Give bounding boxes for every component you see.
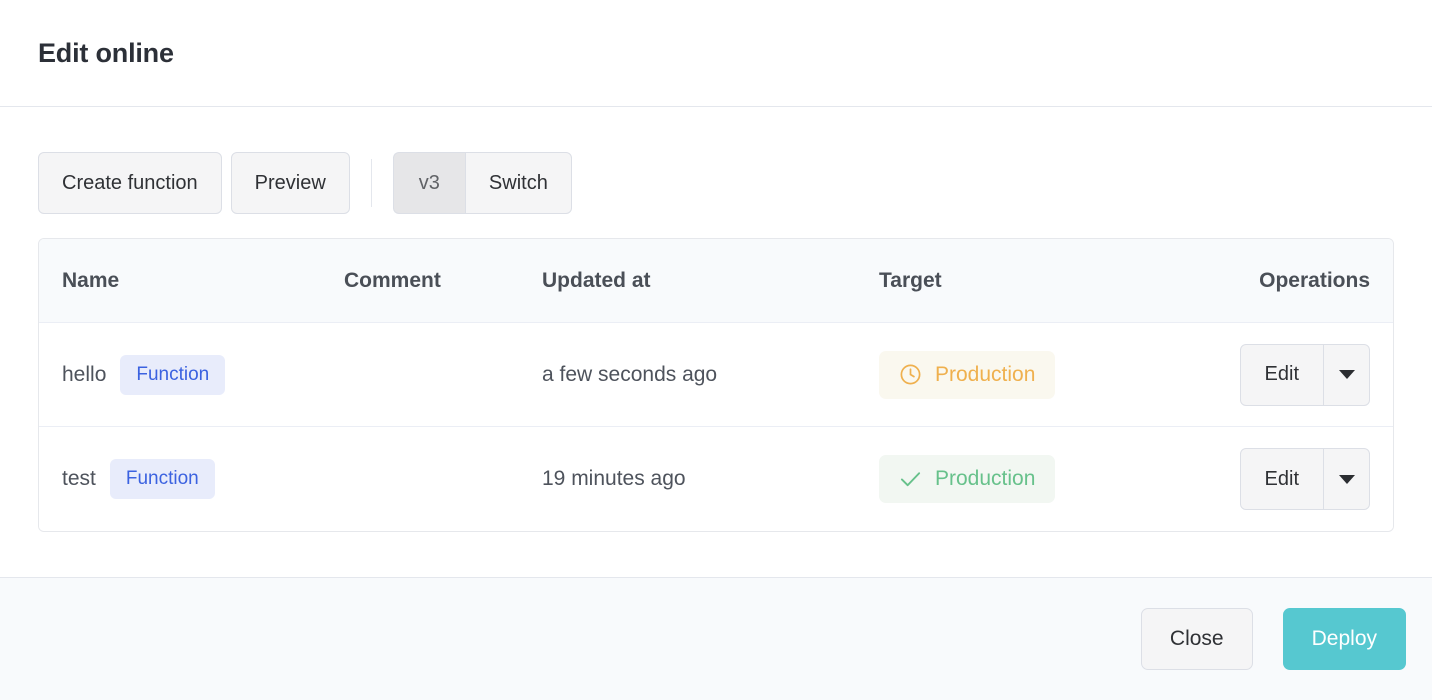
switch-version-button[interactable]: Switch — [464, 152, 572, 214]
column-header-target: Target — [879, 269, 1204, 293]
status-badge: Production — [879, 350, 1056, 399]
cell-updated-at: 19 minutes ago — [542, 467, 879, 491]
column-header-operations-text: Operations — [1259, 268, 1370, 292]
column-header-name: Name — [39, 269, 344, 293]
clock-icon — [899, 363, 922, 386]
edit-split-button: Edit — [1239, 448, 1370, 510]
cell-target: Production — [879, 350, 1204, 399]
column-header-comment-text: Comment — [344, 268, 441, 292]
table-row: test Function 19 minutes ago Production … — [39, 427, 1393, 531]
edit-button[interactable]: Edit — [1239, 448, 1324, 510]
column-header-comment: Comment — [344, 269, 542, 293]
edit-online-dialog: Edit online Create function Preview v3 S… — [0, 0, 1432, 700]
cell-updated-at: a few seconds ago — [542, 363, 879, 387]
cell-operations: Edit — [1204, 343, 1393, 406]
function-type-tag[interactable]: Function — [120, 354, 226, 395]
table-row: hello Function a few seconds ago Product… — [39, 323, 1393, 427]
function-name: test — [62, 467, 96, 490]
toolbar: Create function Preview v3 Switch — [38, 152, 1394, 214]
edit-dropdown-toggle[interactable] — [1324, 343, 1370, 406]
page-title: Edit online — [38, 37, 174, 68]
edit-dropdown-toggle[interactable] — [1324, 448, 1370, 510]
functions-table: Name Comment Updated at Target Operation… — [38, 238, 1394, 532]
chevron-down-icon — [1338, 370, 1355, 379]
dialog-body: Create function Preview v3 Switch Name C… — [0, 107, 1432, 577]
cell-target: Production — [879, 455, 1204, 503]
chevron-down-icon — [1338, 474, 1355, 484]
cell-name: hello Function — [39, 354, 344, 395]
function-updated-at: a few seconds ago — [542, 362, 718, 386]
function-type-tag[interactable]: Function — [109, 459, 215, 499]
cell-name: test Function — [39, 459, 344, 499]
status-badge: Production — [879, 455, 1056, 503]
status-badge-label: Production — [935, 362, 1036, 386]
create-function-button[interactable]: Create function — [38, 152, 222, 214]
deploy-button[interactable]: Deploy — [1282, 608, 1406, 670]
toolbar-divider — [370, 159, 372, 207]
column-header-updated-at-text: Updated at — [542, 268, 651, 292]
function-name: hello — [62, 362, 107, 386]
column-header-name-text: Name — [62, 268, 120, 292]
column-header-updated-at: Updated at — [542, 269, 879, 293]
close-button[interactable]: Close — [1140, 608, 1253, 670]
cell-operations: Edit — [1204, 448, 1393, 510]
column-header-target-text: Target — [879, 268, 942, 292]
dialog-footer: Close Deploy — [0, 577, 1432, 700]
table-header-row: Name Comment Updated at Target Operation… — [39, 239, 1393, 323]
column-header-operations: Operations — [1204, 269, 1393, 293]
status-badge-label: Production — [935, 467, 1036, 490]
edit-split-button: Edit — [1239, 343, 1370, 406]
dialog-header: Edit online — [0, 0, 1432, 107]
preview-button[interactable]: Preview — [230, 152, 350, 214]
edit-button[interactable]: Edit — [1239, 343, 1324, 406]
check-icon — [899, 469, 922, 489]
version-label: v3 — [392, 152, 465, 214]
version-switch-group: v3 Switch — [392, 152, 572, 214]
function-updated-at: 19 minutes ago — [542, 467, 686, 490]
